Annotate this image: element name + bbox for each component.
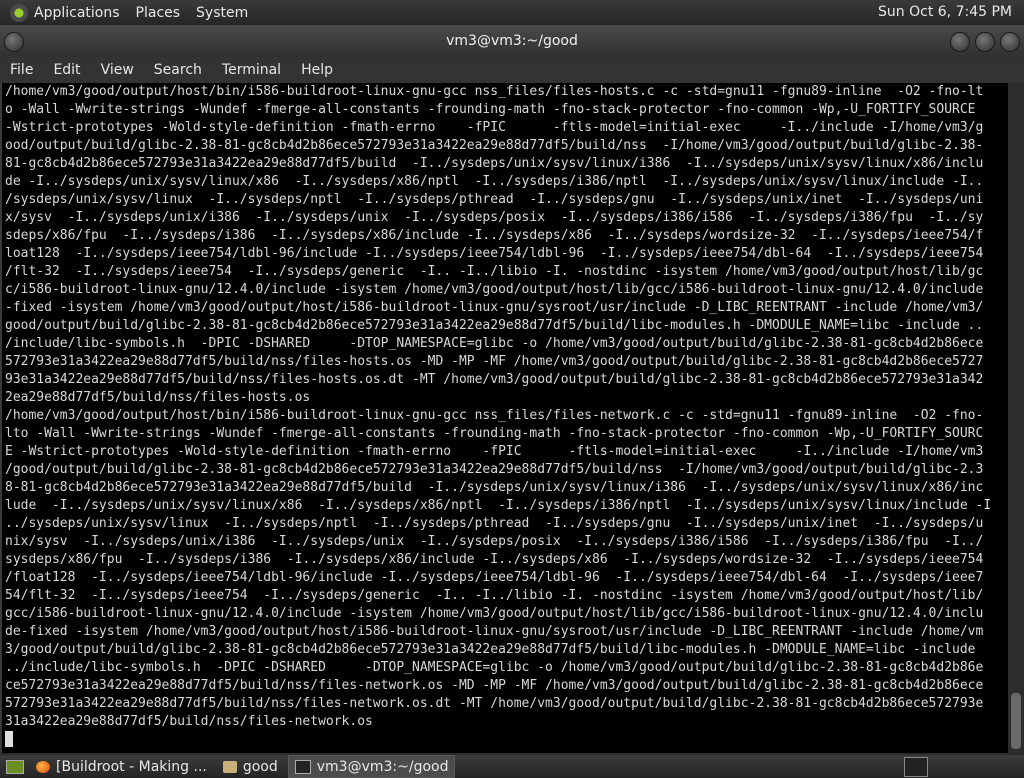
terminal-line: /flt-32 -I../sysdeps/ieee754 -I../sysdep… — [5, 264, 984, 279]
window-title: vm3@vm3:~/good — [446, 33, 578, 49]
terminal-line: /include/libc-symbols.h -DPIC -DSHARED -… — [5, 336, 984, 351]
window-titlebar[interactable]: vm3@vm3:~/good — [0, 25, 1024, 57]
terminal-line: /float128 -I../sysdeps/ieee754/ldbl-96/i… — [5, 570, 984, 585]
terminal-line: 81-gc8cb4d2b86ece572793e31a3422ea29e88d7… — [5, 156, 984, 171]
terminal-menubar: File Edit View Search Terminal Help — [0, 57, 1024, 83]
menu-search[interactable]: Search — [144, 62, 212, 78]
clock[interactable]: Sun Oct 6, 7:45 PM — [878, 4, 1012, 20]
terminal-line: /home/vm3/good/output/host/bin/i586-buil… — [5, 84, 984, 99]
terminal-line: 572793e31a3422ea29e88d77df5/build/nss/fi… — [5, 354, 984, 369]
terminal-line: ../sysdeps/unix/sysv/linux -I../sysdeps/… — [5, 516, 984, 531]
places-menu[interactable]: Places — [136, 5, 181, 21]
system-menu[interactable]: System — [196, 5, 248, 21]
maximize-icon[interactable] — [975, 32, 995, 52]
folder-icon — [222, 760, 237, 773]
terminal-line: sdeps/x86/fpu -I../sysdeps/i386 -I../sys… — [5, 228, 984, 243]
terminal-line: gcc/i586-buildroot-linux-gnu/12.4.0/incl… — [5, 606, 984, 621]
show-desktop-icon[interactable] — [6, 759, 24, 774]
terminal-scrollbar[interactable] — [1008, 83, 1024, 753]
terminal-line: -fixed -isystem /home/vm3/good/output/ho… — [5, 300, 984, 315]
terminal-line: 54/flt-32 -I../sysdeps/ieee754 -I../sysd… — [5, 588, 984, 603]
terminal-line: de-fixed -isystem /home/vm3/good/output/… — [5, 624, 984, 639]
bottom-taskbar: [Buildroot - Making ... good vm3@vm3:~/g… — [0, 755, 1024, 778]
top-panel: Applications Places System Sun Oct 6, 7:… — [0, 0, 1024, 25]
terminal-line: lude -I../sysdeps/unix/sysv/linux/x86 -I… — [5, 498, 992, 513]
terminal-line: o -Wall -Wwrite-strings -Wundef -fmerge-… — [5, 102, 976, 117]
task-terminal[interactable]: vm3@vm3:~/good — [287, 755, 456, 778]
prompt-line[interactable] — [2, 731, 1008, 750]
terminal-line: c/i586-buildroot-linux-gnu/12.4.0/includ… — [5, 282, 984, 297]
terminal-line: 93e31a3422ea29e88d77df5/build/nss/files-… — [5, 372, 984, 387]
terminal-line: ../include/libc-symbols.h -DPIC -DSHARED… — [5, 660, 984, 675]
applications-menu[interactable]: Applications — [34, 5, 120, 21]
menu-file[interactable]: File — [0, 62, 43, 78]
terminal-line: lto -Wall -Wwrite-strings -Wundef -fmerg… — [5, 426, 984, 441]
minimize-icon[interactable] — [950, 32, 970, 52]
terminal-line: good/output/build/glibc-2.38-81-gc8cb4d2… — [5, 318, 984, 333]
task-browser[interactable]: [Buildroot - Making ... — [30, 756, 213, 777]
terminal-line: /home/vm3/good/output/host/bin/i586-buil… — [5, 408, 984, 423]
scrollbar-thumb[interactable] — [1011, 693, 1021, 749]
terminal-line: 8-81-gc8cb4d2b86ece572793e31a3422ea29e88… — [5, 480, 984, 495]
window-menu-icon[interactable] — [4, 32, 24, 52]
terminal-line: 31a3422ea29e88d77df5/build/nss/files-net… — [5, 714, 373, 729]
tray-terminal-icon[interactable] — [904, 757, 928, 777]
task-file-manager[interactable]: good — [217, 756, 284, 777]
task-label: [Buildroot - Making ... — [56, 758, 207, 775]
terminal-line: 3/good/output/build/glibc-2.38-81-gc8cb4… — [5, 642, 976, 657]
terminal-line: sysdeps/x86/fpu -I../sysdeps/i386 -I../s… — [5, 552, 984, 567]
terminal-line: nix/sysv -I../sysdeps/unix/i386 -I../sys… — [5, 534, 984, 549]
menu-edit[interactable]: Edit — [43, 62, 90, 78]
terminal-line: loat128 -I../sysdeps/ieee754/ldbl-96/inc… — [5, 246, 984, 261]
close-icon[interactable] — [1000, 32, 1020, 52]
terminal-line: E -Wstrict-prototypes -Wold-style-defini… — [5, 444, 984, 459]
task-label: vm3@vm3:~/good — [316, 758, 449, 775]
terminal-icon — [294, 759, 311, 774]
terminal-output[interactable]: /home/vm3/good/output/host/bin/i586-buil… — [0, 83, 1008, 753]
terminal-line: ce572793e31a3422ea29e88d77df5/build/nss/… — [5, 678, 984, 693]
terminal-line: 572793e31a3422ea29e88d77df5/build/nss/fi… — [5, 696, 984, 711]
terminal-line: x/sysv -I../sysdeps/unix/i386 -I../sysde… — [5, 210, 984, 225]
task-label: good — [242, 758, 278, 775]
terminal-line: /sysdeps/unix/sysv/linux -I../sysdeps/np… — [5, 192, 984, 207]
terminal-line: -Wstrict-prototypes -Wold-style-definiti… — [5, 120, 984, 135]
terminal-line: /good/output/build/glibc-2.38-81-gc8cb4d… — [5, 462, 984, 477]
text-cursor — [5, 731, 13, 747]
menu-terminal[interactable]: Terminal — [212, 62, 291, 78]
menu-view[interactable]: View — [91, 62, 144, 78]
terminal-line: 2ea29e88d77df5/build/nss/files-hosts.os — [5, 390, 311, 405]
menu-help[interactable]: Help — [291, 62, 343, 78]
distro-logo-icon[interactable] — [10, 3, 28, 22]
terminal-line: de -I../sysdeps/unix/sysv/linux/x86 -I..… — [5, 174, 984, 189]
terminal-line: ood/output/build/glibc-2.38-81-gc8cb4d2b… — [5, 138, 984, 153]
firefox-icon — [36, 760, 50, 773]
